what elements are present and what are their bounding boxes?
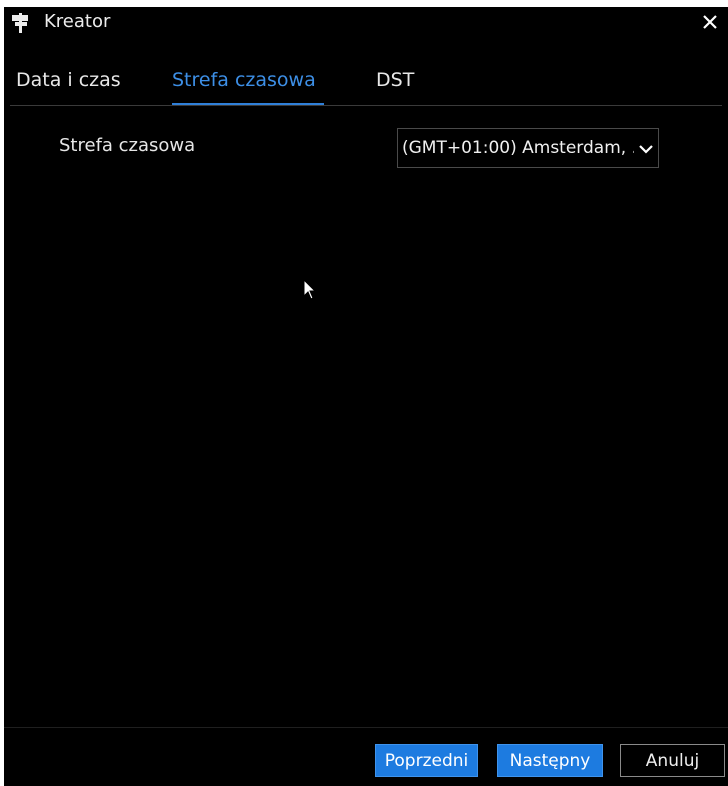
tab-timezone[interactable]: Strefa czasowa	[172, 69, 316, 91]
tab-bar: Data i czas Strefa czasowa DST	[4, 63, 722, 109]
timezone-select-value: (GMT+01:00) Amsterdam, .	[402, 138, 634, 158]
chevron-down-icon	[638, 141, 654, 157]
close-icon[interactable]	[700, 12, 720, 32]
timezone-select[interactable]: (GMT+01:00) Amsterdam, .	[397, 128, 659, 168]
footer-divider	[4, 727, 728, 728]
window-title: Kreator	[44, 11, 111, 32]
mouse-pointer-icon	[303, 278, 317, 301]
signpost-icon	[10, 13, 32, 33]
previous-button[interactable]: Poprzedni	[375, 744, 478, 777]
tab-divider	[10, 105, 722, 106]
tab-dst[interactable]: DST	[376, 69, 414, 91]
tab-date-time[interactable]: Data i czas	[16, 69, 121, 91]
title-bar: Kreator	[4, 7, 728, 41]
wizard-window: Kreator Data i czas Strefa czasowa DST S…	[4, 5, 728, 786]
cancel-button[interactable]: Anuluj	[620, 744, 725, 777]
timezone-label: Strefa czasowa	[59, 135, 196, 156]
next-button[interactable]: Następny	[497, 744, 603, 777]
